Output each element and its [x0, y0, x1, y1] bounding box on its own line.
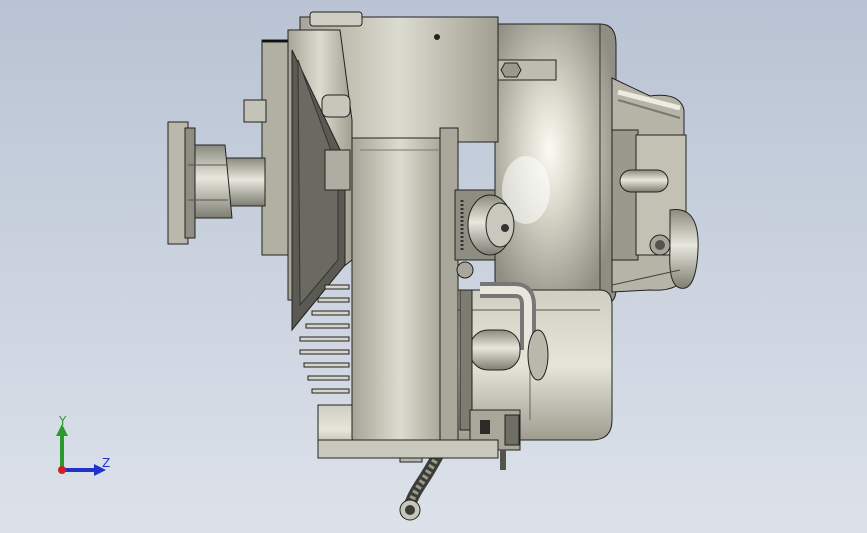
cad-viewport[interactable]: Y Z: [0, 0, 867, 533]
right-end-assembly: [611, 77, 699, 293]
engine-model[interactable]: [0, 0, 867, 533]
hose: [399, 447, 444, 521]
drive-pulley: [167, 121, 266, 245]
z-axis-label: Z: [102, 456, 111, 470]
origin-dot: [58, 466, 66, 474]
coordinate-triad: [56, 424, 106, 476]
y-axis-label: Y: [59, 414, 67, 428]
base-rail: [317, 439, 499, 459]
